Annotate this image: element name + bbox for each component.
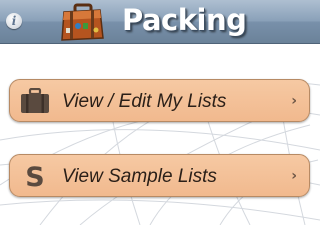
view-sample-lists-button[interactable]: S View Sample Lists ›: [9, 154, 310, 197]
svg-text:S: S: [25, 163, 44, 189]
info-icon: i: [11, 14, 17, 28]
globe-background: [0, 82, 320, 225]
info-button[interactable]: i: [6, 13, 22, 29]
view-edit-my-lists-label: View / Edit My Lists: [62, 91, 227, 112]
view-edit-my-lists-button[interactable]: View / Edit My Lists ›: [9, 79, 310, 122]
suitcase-logo-icon: [61, 3, 104, 41]
app-title: Packing: [122, 3, 247, 37]
suitcase-icon: [21, 88, 49, 113]
title-bar: i Packing: [0, 0, 320, 44]
sample-s-icon: S: [25, 163, 44, 189]
view-sample-lists-label: View Sample Lists: [62, 166, 217, 187]
chevron-right-icon: ›: [291, 168, 297, 184]
chevron-right-icon: ›: [291, 93, 297, 109]
